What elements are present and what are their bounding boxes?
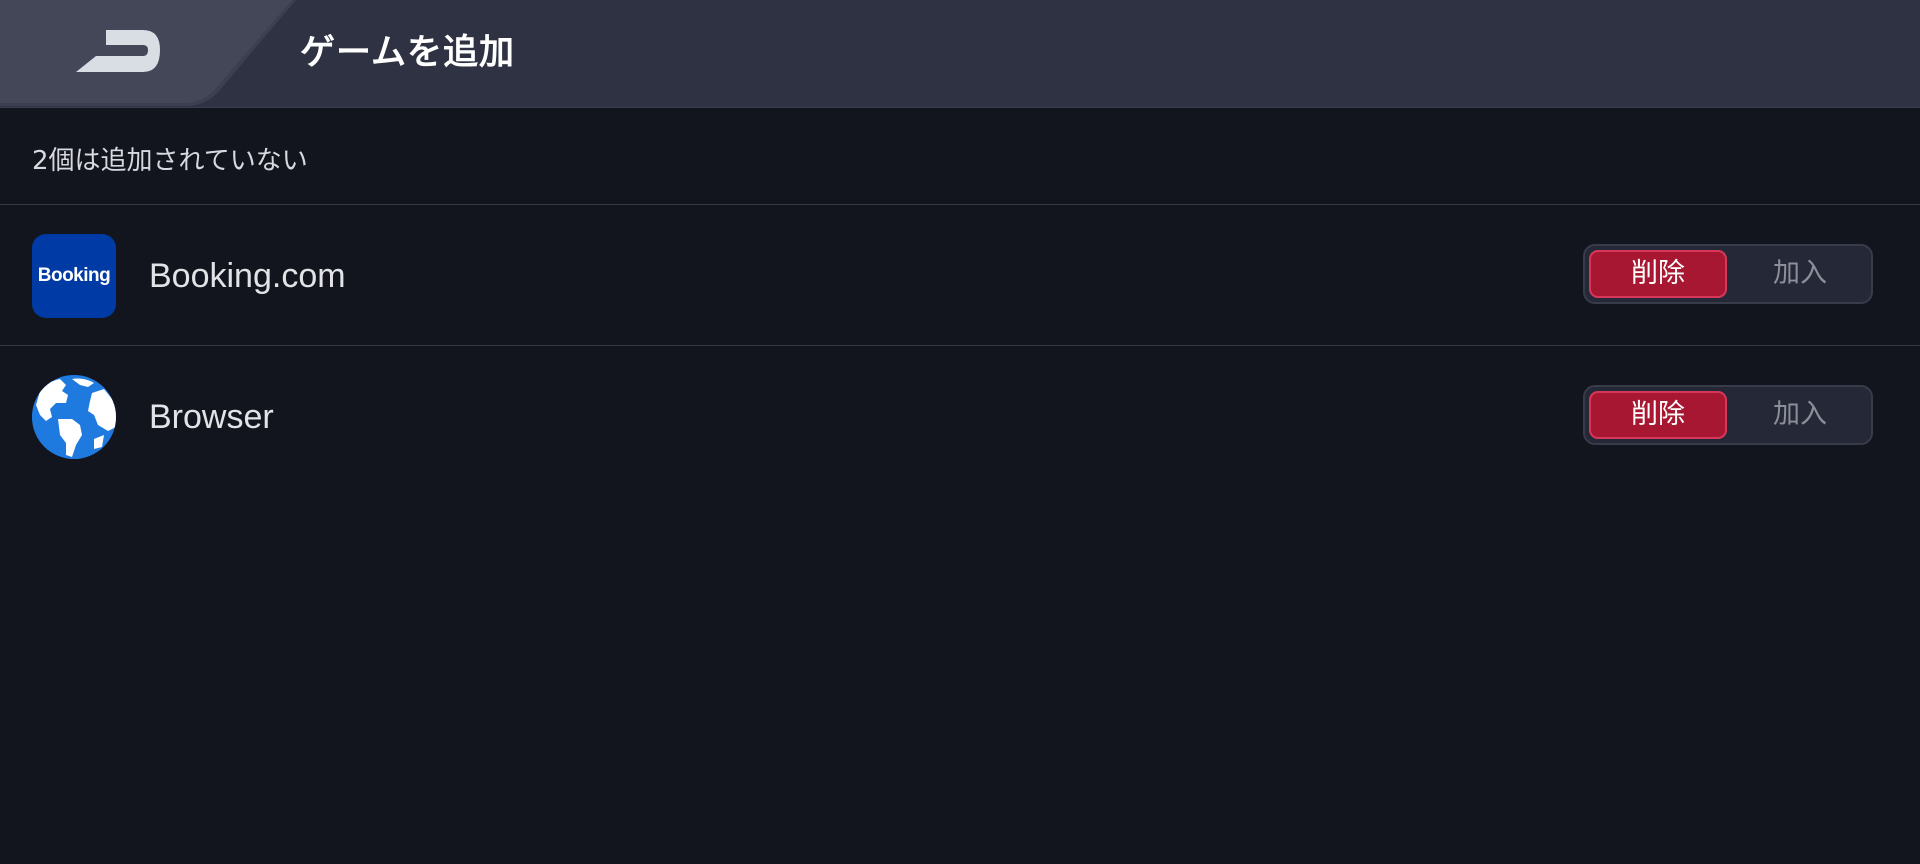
add-button[interactable]: 加入 bbox=[1731, 250, 1869, 298]
app-name: Booking.com bbox=[149, 257, 346, 295]
app-name: Browser bbox=[149, 398, 274, 436]
remove-button[interactable]: 削除 bbox=[1589, 391, 1727, 439]
globe-icon-graphic bbox=[32, 375, 116, 459]
add-remove-toggle: 削除 加入 bbox=[1583, 385, 1873, 445]
globe-icon bbox=[32, 375, 116, 459]
page-title: ゲームを追加 bbox=[300, 33, 515, 73]
section-header: 2個は追加されていない bbox=[0, 108, 1920, 205]
list-item-booking: Booking Booking.com 削除 加入 bbox=[0, 206, 1920, 346]
header-bar: ゲームを追加 bbox=[0, 0, 1920, 108]
add-game-screen: ゲームを追加 2個は追加されていない Booking Booking.com 削… bbox=[0, 0, 1920, 864]
add-button[interactable]: 加入 bbox=[1731, 391, 1869, 439]
list-item-browser: Browser 削除 加入 bbox=[0, 347, 1920, 487]
not-added-count-label: 2個は追加されていない bbox=[32, 146, 308, 176]
add-remove-toggle: 削除 加入 bbox=[1583, 244, 1873, 304]
back-button[interactable] bbox=[0, 0, 300, 107]
remove-button[interactable]: 削除 bbox=[1589, 250, 1727, 298]
booking-app-icon: Booking bbox=[32, 234, 116, 318]
back-arrow-icon bbox=[0, 0, 296, 106]
booking-icon-text: Booking bbox=[37, 265, 111, 286]
